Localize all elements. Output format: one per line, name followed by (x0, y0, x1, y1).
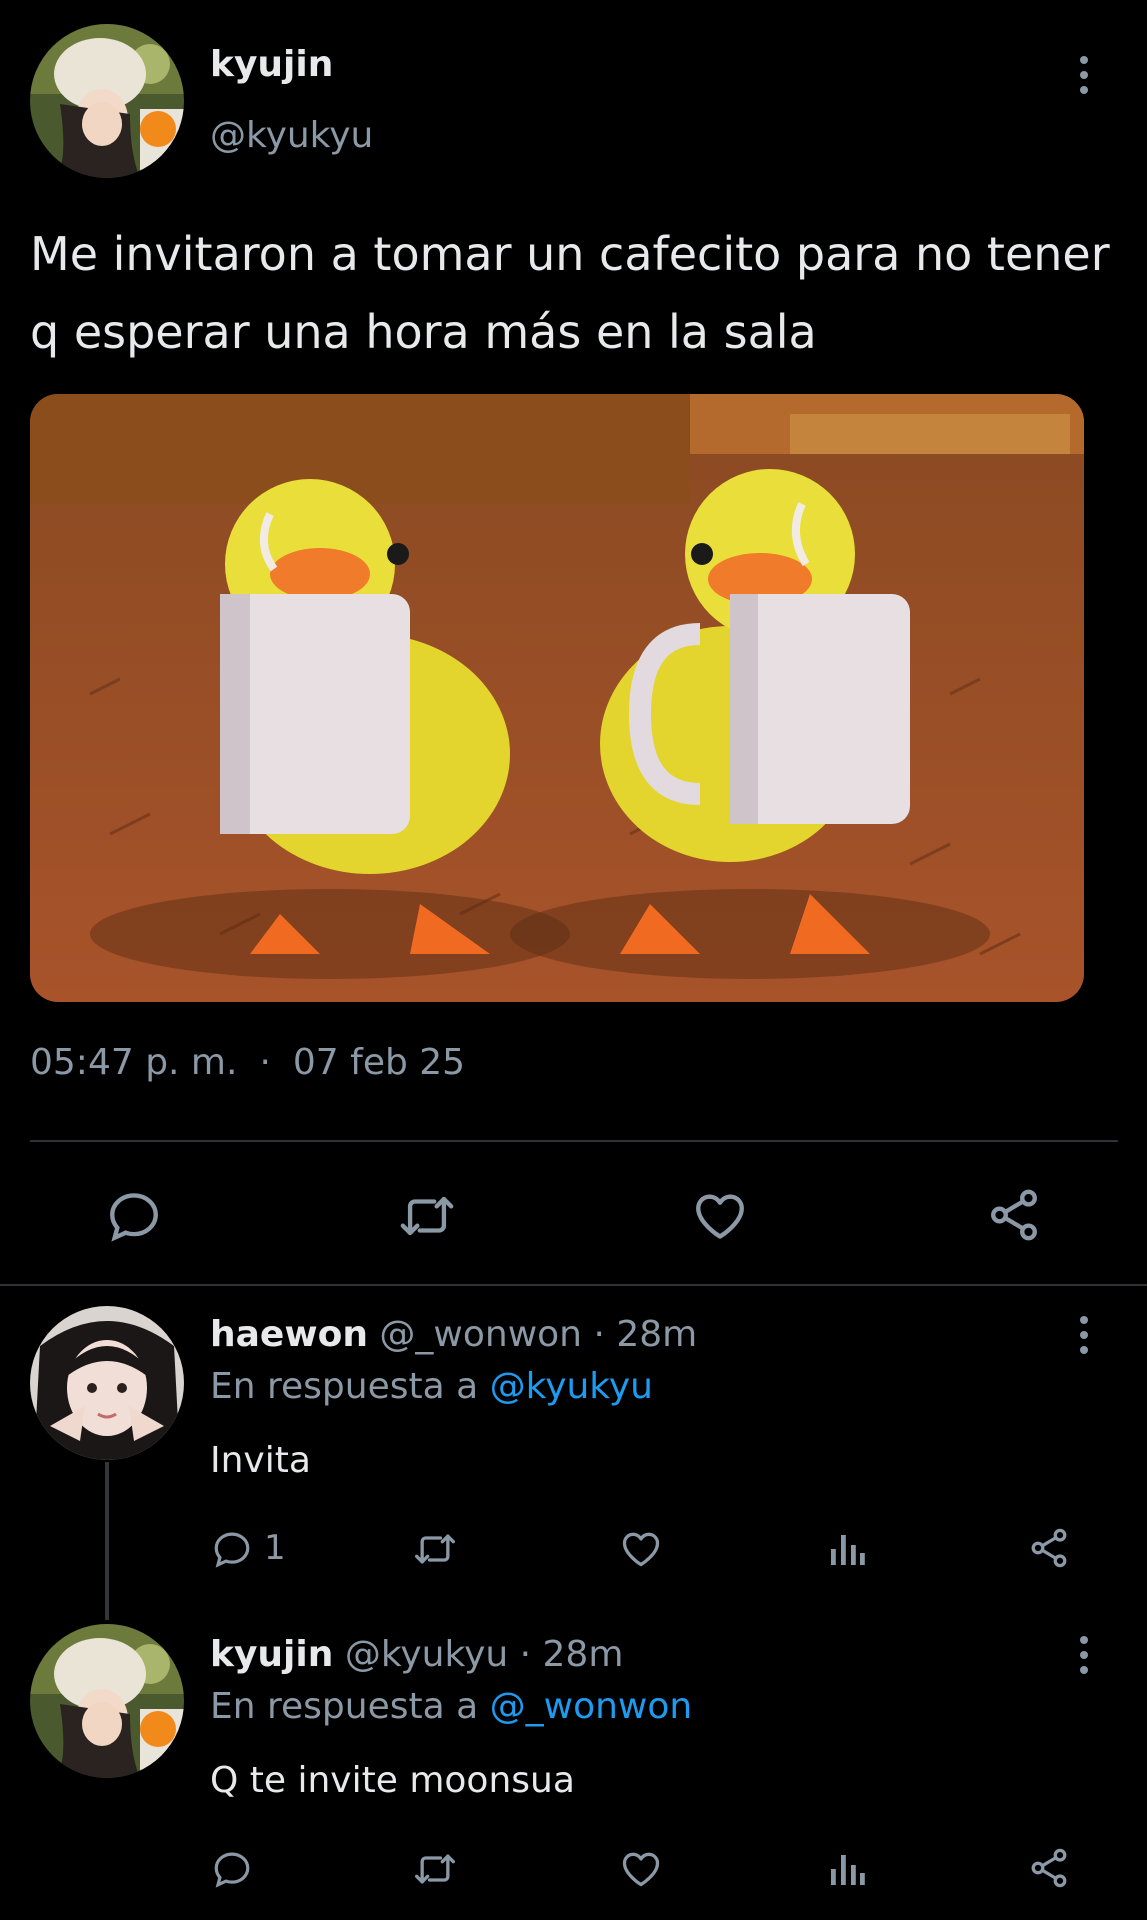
reply-icon[interactable] (210, 1526, 254, 1572)
reply-header: kyujin @kyukyu · 28m (210, 1634, 623, 1675)
reply-author-avatar[interactable] (30, 1624, 184, 1778)
replying-to-label: En respuesta a (210, 1686, 479, 1727)
like-icon[interactable] (618, 1846, 664, 1892)
share-icon[interactable] (984, 1184, 1044, 1246)
tweet-media-image[interactable] (30, 394, 1084, 1002)
reply-age: · 28m (519, 1634, 624, 1675)
retweet-icon[interactable] (410, 1526, 460, 1572)
reply-text: Invita (210, 1440, 311, 1481)
reply-header: haewon @_wonwon · 28m (210, 1314, 697, 1355)
tweet-timestamp: 05:47 p. m. · 07 feb 25 (30, 1042, 465, 1083)
share-icon[interactable] (1026, 1524, 1072, 1572)
reply-icon[interactable] (104, 1186, 164, 1246)
reply-handle[interactable]: @_wonwon (379, 1314, 582, 1355)
reply-count: 1 (264, 1528, 286, 1568)
share-icon[interactable] (1026, 1844, 1072, 1892)
replying-to: En respuesta a @_wonwon (210, 1686, 692, 1727)
tweet-time: 05:47 p. m. (30, 1042, 238, 1083)
reply-age: · 28m (593, 1314, 698, 1355)
like-icon[interactable] (618, 1526, 664, 1572)
views-icon[interactable] (826, 1846, 868, 1892)
more-options-icon[interactable] (1074, 1316, 1094, 1354)
reply-text: Q te invite moonsua (210, 1760, 575, 1801)
retweet-icon[interactable] (394, 1186, 460, 1246)
timestamp-separator: · (259, 1042, 271, 1083)
views-icon[interactable] (826, 1526, 868, 1572)
tweet-date: 07 feb 25 (292, 1042, 466, 1083)
reply-icon[interactable] (210, 1846, 254, 1892)
reply-display-name[interactable]: kyujin (210, 1634, 333, 1675)
author-avatar[interactable] (30, 24, 184, 178)
replying-to-label: En respuesta a (210, 1366, 479, 1407)
replying-to-link[interactable]: @_wonwon (490, 1686, 693, 1727)
replying-to-link[interactable]: @kyukyu (490, 1366, 653, 1407)
reply-handle[interactable]: @kyukyu (345, 1634, 508, 1675)
reply-display-name[interactable]: haewon (210, 1314, 368, 1355)
author-display-name[interactable]: kyujin (210, 44, 333, 85)
author-handle[interactable]: @kyukyu (210, 115, 373, 156)
more-options-icon[interactable] (1074, 56, 1094, 94)
reply-author-avatar[interactable] (30, 1306, 184, 1460)
divider (0, 1284, 1147, 1286)
replying-to: En respuesta a @kyukyu (210, 1366, 653, 1407)
more-options-icon[interactable] (1074, 1636, 1094, 1674)
like-icon[interactable] (690, 1186, 750, 1246)
thread-line (105, 1462, 109, 1620)
tweet-text: Me invitaron a tomar un cafecito para no… (30, 227, 1110, 359)
divider (30, 1140, 1118, 1142)
retweet-icon[interactable] (410, 1846, 460, 1892)
